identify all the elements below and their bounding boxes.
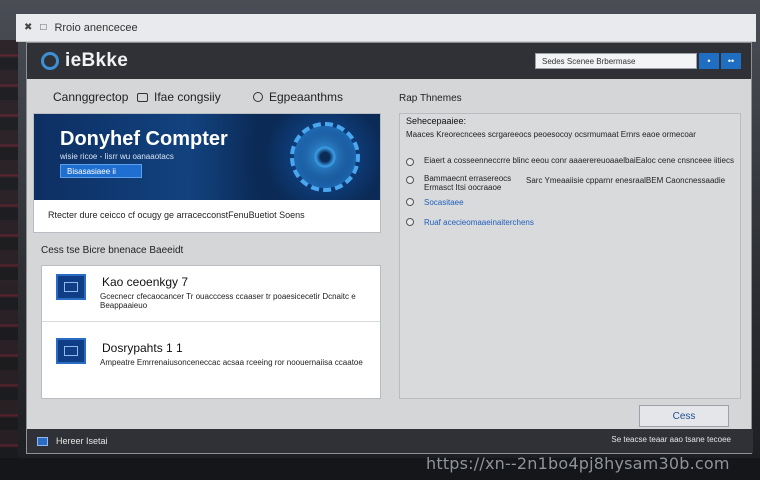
window-icon <box>137 92 148 102</box>
list-item[interactable]: Dosrypahts 1 1 Ampeatre Emrrenaiusoncene… <box>42 326 380 382</box>
nav-item-2[interactable]: Ifae congsiiy <box>137 90 221 104</box>
option-radio-3[interactable] <box>406 198 414 206</box>
hero-title: Donyhef Compter <box>60 128 228 150</box>
options-description: Maaces Kreorecncees scrgareeocs peoesoco… <box>406 130 696 139</box>
option-label: Eiaert a cosseenneccrre blinc eeou conr … <box>424 156 734 165</box>
option-label: Bammaecnt errasereocs <box>424 174 512 183</box>
search-button[interactable]: • <box>699 53 719 69</box>
hero-card: Donyhef Compter wisie ricoe - Iisrr wu o… <box>33 113 381 233</box>
browser-tab-title[interactable]: Rroio anencecee <box>54 22 137 34</box>
nav-item-3[interactable]: Egpeaanthms <box>253 90 343 104</box>
option-link[interactable]: Socasitaee <box>424 198 464 207</box>
browser-bar: ✖ □ Rroio anencecee <box>16 14 756 42</box>
right-panel-title: Rap Thnemes <box>399 93 462 104</box>
section-label: Cess tse Bicre bnenace Baeeidt <box>41 245 184 256</box>
list-item-desc-line: Beappaaieuo <box>100 301 148 310</box>
option-link[interactable]: Ruaf acecieomaaeinaiterchens <box>424 218 534 227</box>
logo-icon <box>41 52 59 70</box>
status-right: Se teacse teaar aao tsane tecoee <box>611 435 731 444</box>
nav-item-label: Egpeaanthms <box>269 90 344 104</box>
gear-icon <box>290 122 360 192</box>
search-input[interactable]: Sedes Scenee Brbermase <box>535 53 697 69</box>
titlebar: ieBkke Sedes Scenee Brbermase • •• <box>27 43 751 79</box>
close-button[interactable]: Cess <box>639 405 729 427</box>
circle-icon <box>253 92 263 102</box>
background-window-strip <box>0 40 18 460</box>
list-item[interactable]: Kao ceoenkgy 7 Gcecnecr cfecaocancer Tr … <box>42 266 380 322</box>
option-radio-1[interactable] <box>406 158 414 166</box>
menu-button[interactable]: •• <box>721 53 741 69</box>
list-item-desc-line: Gcecnecr cfecaocancer Tr ouacccess ccaas… <box>100 292 356 301</box>
options-heading: Sehecepaaiee: <box>406 116 467 126</box>
list-item-desc: Gcecnecr cfecaocancer Tr ouacccess ccaas… <box>100 292 356 310</box>
options-panel: Sehecepaaiee: Maaces Kreorecncees scrgar… <box>399 113 741 399</box>
app-name: ieBkke <box>65 50 129 71</box>
tab-icon: □ <box>40 22 47 33</box>
status-bar: Hereer Isetai Se teacse teaar aao tsane … <box>27 429 753 453</box>
nav-item-label: Cannggrectop <box>53 90 129 104</box>
list-item-desc: Ampeatre Emrrenaiusonceneccac acsaa rcee… <box>100 358 363 367</box>
hero-subtitle: wisie ricoe - Iisrr wu oanaaotacs <box>60 152 174 161</box>
monitor-icon <box>56 338 86 364</box>
option-label: Sarc Ymeaaiisie cpparnr enesraalBEM Caon… <box>526 176 726 185</box>
list-item-title: Dosrypahts 1 1 <box>102 341 183 355</box>
hero-button[interactable]: Bisasasiaee ii <box>60 164 142 178</box>
app-window: ieBkke Sedes Scenee Brbermase • •• Canng… <box>26 42 753 454</box>
watermark: https://xn--2n1bo4pj8hysam30b.com <box>426 454 730 473</box>
nav-item-1[interactable]: Cannggrectop <box>53 90 128 104</box>
monitor-icon <box>56 274 86 300</box>
hero-banner: Donyhef Compter wisie ricoe - Iisrr wu o… <box>34 114 380 200</box>
list-card: Kao ceoenkgy 7 Gcecnecr cfecaocancer Tr … <box>41 265 381 399</box>
option-label: Ermasct Itsi oocraaoe <box>424 183 502 192</box>
nav-item-label: Ifae congsiiy <box>154 90 221 104</box>
list-item-title: Kao ceoenkgy 7 <box>102 275 189 289</box>
status-icon <box>37 436 48 446</box>
option-radio-2[interactable] <box>406 176 414 184</box>
hero-caption: Rtecter dure ceicco cf ocugy ge arracecc… <box>48 210 305 220</box>
nav-row: Cannggrectop Ifae congsiiy Egpeaanthms <box>27 79 753 113</box>
option-radio-4[interactable] <box>406 218 414 226</box>
window-close-icon[interactable]: ✖ <box>24 22 32 33</box>
status-left: Hereer Isetai <box>56 436 108 446</box>
